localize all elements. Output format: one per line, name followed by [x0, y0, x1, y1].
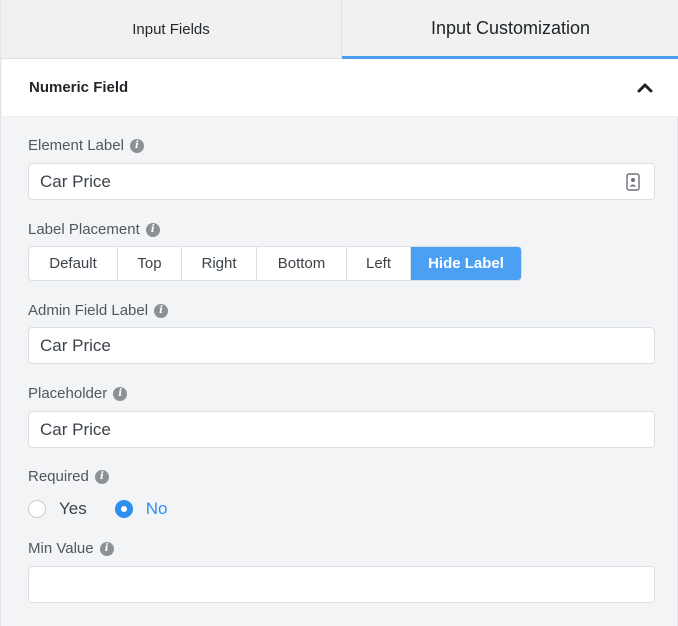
placement-option-top[interactable]: Top [118, 247, 182, 280]
chevron-up-icon[interactable] [636, 81, 654, 95]
placeholder-value: Car Price [40, 419, 111, 439]
section-title: Numeric Field [29, 79, 129, 96]
required-no-radio[interactable]: No [114, 499, 168, 519]
info-icon[interactable]: i [154, 303, 169, 318]
placeholder-label: Placeholder i [28, 385, 128, 402]
min-value-label: Min Value i [28, 540, 114, 557]
panel: Input Fields Input Customization Numeric… [0, 0, 678, 626]
required-radio-group: Yes No [28, 497, 195, 521]
placement-option-default[interactable]: Default [29, 247, 118, 280]
admin-field-label-value: Car Price [40, 335, 111, 355]
tab-input-customization[interactable]: Input Customization [342, 0, 678, 59]
radio-checked-icon[interactable] [114, 500, 133, 518]
label-placement-segmented-control: Default Top Right Bottom Left Hide Label [28, 246, 522, 281]
info-icon[interactable]: i [113, 386, 128, 401]
info-icon[interactable]: i [99, 541, 114, 556]
contact-card-icon[interactable] [626, 173, 640, 191]
required-label: Required i [28, 468, 109, 485]
required-no-label: No [145, 499, 168, 518]
placement-option-hide-label[interactable]: Hide Label [411, 247, 521, 280]
element-label-text: Element Label [28, 137, 124, 154]
radio-unchecked-icon[interactable] [28, 500, 46, 518]
info-icon[interactable]: i [145, 222, 160, 237]
info-icon[interactable]: i [129, 138, 144, 153]
placement-option-left[interactable]: Left [347, 247, 411, 280]
placement-option-right[interactable]: Right [182, 247, 257, 280]
info-icon[interactable]: i [94, 469, 109, 484]
label-placement-text: Label Placement [28, 221, 140, 238]
tab-input-fields-label: Input Fields [132, 20, 210, 38]
tab-bar: Input Fields Input Customization [1, 0, 678, 59]
required-text: Required [28, 468, 89, 485]
tab-input-customization-label: Input Customization [430, 17, 591, 38]
label-placement-label: Label Placement i [28, 221, 160, 238]
placeholder-text: Placeholder [28, 385, 108, 402]
required-yes-radio[interactable]: Yes [28, 499, 87, 519]
numeric-field-section-header[interactable]: Numeric Field [2, 59, 678, 117]
admin-field-label-text: Admin Field Label [28, 302, 149, 319]
placeholder-input[interactable]: Car Price [28, 411, 655, 448]
placement-option-bottom[interactable]: Bottom [257, 247, 347, 280]
min-value-text: Min Value [28, 540, 94, 557]
element-label-value: Car Price [40, 171, 111, 191]
admin-field-label-input[interactable]: Car Price [28, 327, 655, 364]
required-yes-label: Yes [59, 499, 87, 518]
admin-field-label-label: Admin Field Label i [28, 302, 169, 319]
element-label-label: Element Label i [28, 137, 144, 154]
min-value-input[interactable] [28, 566, 655, 603]
element-label-input[interactable]: Car Price [28, 163, 655, 200]
tab-input-fields[interactable]: Input Fields [1, 0, 342, 59]
